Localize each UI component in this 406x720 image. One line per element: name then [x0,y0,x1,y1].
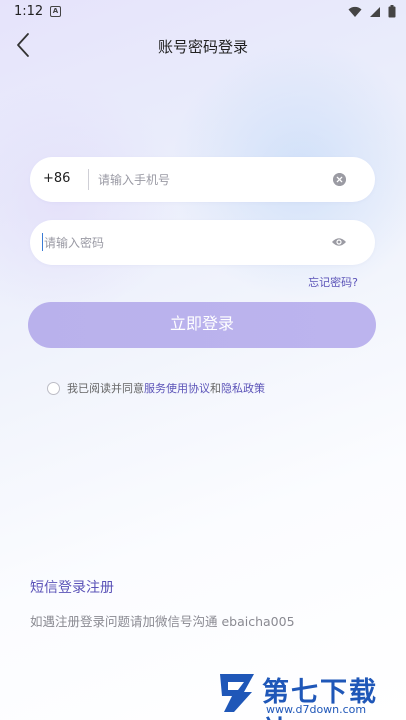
wifi-icon [348,6,362,17]
agreement-prefix: 我已阅读并同意 [67,382,144,395]
help-text: 如遇注册登录问题请加微信号沟通 ebaicha005 [30,614,295,629]
sms-login-link[interactable]: 短信登录注册 [30,577,114,597]
phone-field[interactable]: +86 请输入手机号 [30,157,375,202]
text-cursor [42,233,43,251]
status-icons [348,5,396,18]
status-time: 1:12 [14,4,44,19]
password-input[interactable]: 请输入密码 [44,234,104,251]
phone-input[interactable]: 请输入手机号 [98,171,170,188]
signal-icon [370,6,380,17]
status-bar: 1:12 A [0,0,406,26]
eye-icon[interactable] [331,236,347,248]
password-field[interactable]: 请输入密码 [30,220,375,265]
clear-icon[interactable] [333,173,346,186]
agree-checkbox[interactable] [47,381,60,395]
watermark: 第七下载站 www.d7down.com [210,668,406,720]
notification-icon: A [50,6,61,17]
privacy-link[interactable]: 隐私政策 [221,380,265,396]
page-title: 账号密码登录 [157,38,248,56]
terms-link[interactable]: 服务使用协议 [144,380,210,396]
agreement-row: 我已阅读并同意 服务使用协议 和 隐私政策 [47,380,265,396]
watermark-logo-icon [220,674,254,712]
login-button[interactable]: 立即登录 [28,302,376,348]
login-screen: 1:12 A 账号密码登录 +86 请输入手机号 请输入密码 忘记密码? 立即登… [0,0,406,720]
watermark-url: www.d7down.com [266,703,367,716]
battery-icon [388,5,396,18]
forgot-password-link[interactable]: 忘记密码? [308,274,358,290]
agreement-connector: 和 [210,382,221,395]
divider [88,169,89,190]
country-code-selector[interactable]: +86 [43,171,70,186]
